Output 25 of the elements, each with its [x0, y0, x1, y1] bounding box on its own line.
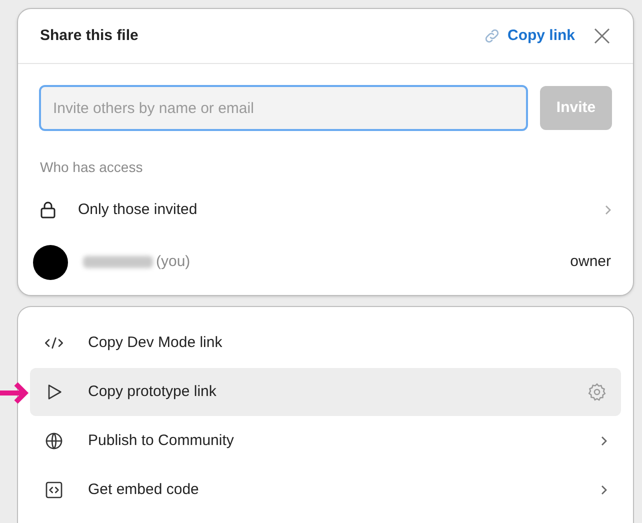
copy-link-button[interactable]: Copy link: [483, 24, 575, 48]
close-button[interactable]: [593, 27, 611, 45]
menu-item[interactable]: Copy prototype link: [30, 368, 621, 416]
menu-item-label: Copy Dev Mode link: [88, 332, 224, 353]
access-setting[interactable]: Only those invited: [78, 198, 198, 222]
menu-item[interactable]: Copy Dev Mode link: [30, 319, 621, 367]
menu-item-label: Publish to Community: [88, 430, 235, 451]
lock-icon: [40, 201, 56, 219]
invite-field[interactable]: Invite others by name or email: [39, 85, 528, 131]
globe-icon: [44, 431, 64, 451]
chevron-icon: [601, 436, 607, 446]
link-icon: [483, 27, 502, 45]
dialog-title: Share this file: [40, 26, 138, 46]
chevron-icon: [605, 205, 611, 215]
user-name-suffix: (you): [156, 252, 190, 272]
section-heading: Who has access: [39, 158, 144, 177]
embed-icon: [44, 480, 64, 500]
menu-item[interactable]: Publish to Community: [30, 417, 621, 465]
settings-icon[interactable]: [587, 382, 607, 402]
menu-item-label: Get embed code: [88, 480, 200, 500]
menu-item-label: Copy prototype link: [88, 382, 218, 402]
chevron-icon: [601, 485, 607, 495]
menu-item[interactable]: Get embed code: [30, 466, 621, 514]
avatar: [33, 244, 68, 280]
role-label: owner: [570, 252, 611, 272]
